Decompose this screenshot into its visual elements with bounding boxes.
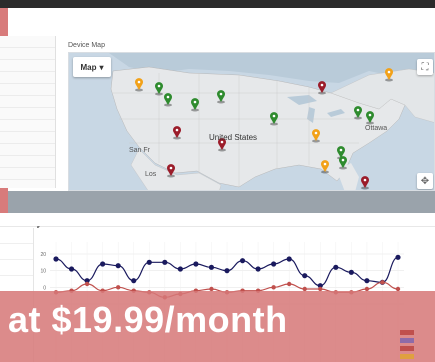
y-axis-ticks: 20100 [40,252,46,291]
promo-banner[interactable]: at $19.99/month [0,291,435,362]
list-row[interactable] [0,120,55,132]
data-point[interactable] [333,264,339,270]
device-marker-green[interactable] [270,112,278,126]
data-point[interactable] [395,254,401,260]
data-point[interactable] [380,280,385,285]
y-tick-label: 10 [40,269,46,275]
device-marker-red[interactable] [167,164,175,178]
city-label: San Fr [129,147,151,154]
device-marker-orange[interactable] [312,129,320,143]
device-marker-green[interactable] [217,90,225,104]
legend-swatch [400,353,414,359]
data-point[interactable] [302,273,308,279]
data-point[interactable] [239,258,246,264]
map-canvas[interactable] [69,53,435,191]
device-marker-red[interactable] [360,176,369,190]
data-point[interactable] [131,278,137,284]
data-point[interactable] [208,264,215,270]
device-list-panel [0,36,56,188]
data-point[interactable] [286,256,292,262]
top-dark-edge [0,0,435,8]
data-point[interactable] [162,259,168,265]
list-row[interactable] [0,36,55,48]
legend-swatch [400,329,414,335]
device-marker-orange[interactable] [135,78,143,92]
legend-item [400,336,430,344]
list-row[interactable] [0,144,55,156]
divider-strip [0,213,435,227]
legend-swatch [400,337,414,343]
list-row[interactable] [0,108,55,120]
list-row[interactable] [0,132,55,144]
data-point[interactable] [115,263,121,269]
legend-item [400,344,430,352]
section-divider [8,191,435,213]
device-map-title: Device Map [68,42,105,49]
data-point[interactable] [68,266,75,272]
chart-legend [400,328,430,360]
legend-item [400,328,430,336]
data-point[interactable] [348,269,354,275]
device-map[interactable]: Map ▾ ⛶ ✥ United States San Fr Los Ottaw… [68,52,435,191]
device-marker-orange[interactable] [321,160,329,174]
legend-swatch [400,345,414,351]
list-row[interactable] [0,96,55,108]
list-row[interactable] [0,84,55,96]
data-point[interactable] [364,278,370,284]
data-point[interactable] [146,259,152,265]
data-point[interactable] [115,285,121,290]
list-row[interactable] [0,60,55,72]
data-point[interactable] [224,268,230,274]
data-point[interactable] [271,285,276,290]
device-marker-green[interactable] [366,111,375,125]
data-point[interactable] [100,261,106,267]
device-marker-orange[interactable] [385,68,393,82]
device-marker-red[interactable] [318,81,326,95]
list-row[interactable] [0,156,55,168]
list-row[interactable] [0,168,55,180]
fullscreen-icon[interactable]: ⛶ [417,59,433,75]
device-marker-red[interactable] [173,126,181,140]
data-point[interactable] [255,266,261,272]
data-point[interactable] [286,281,292,287]
map-type-label: Map [80,62,97,72]
map-type-button[interactable]: Map ▾ [73,57,111,77]
data-point[interactable] [53,256,59,262]
data-point[interactable] [177,266,183,272]
device-marker-green[interactable] [155,82,163,96]
promo-price-text: at $19.99/month [8,299,288,340]
country-label: United States [209,133,258,142]
list-row[interactable] [0,48,55,60]
device-marker-green[interactable] [353,106,362,120]
device-marker-green[interactable] [191,98,199,112]
y-tick-label: 20 [40,252,46,258]
dropdown-caret-icon: ▾ [99,62,104,72]
device-marker-green[interactable] [339,156,347,170]
data-point[interactable] [271,261,277,267]
city-label: Los [145,171,157,178]
list-row[interactable] [0,72,55,84]
legend-item [400,352,430,360]
device-marker-green[interactable] [164,93,172,107]
pan-control-icon[interactable]: ✥ [417,173,433,189]
data-point[interactable] [193,261,199,267]
data-point[interactable] [84,281,90,287]
city-label: Ottawa [365,125,388,132]
